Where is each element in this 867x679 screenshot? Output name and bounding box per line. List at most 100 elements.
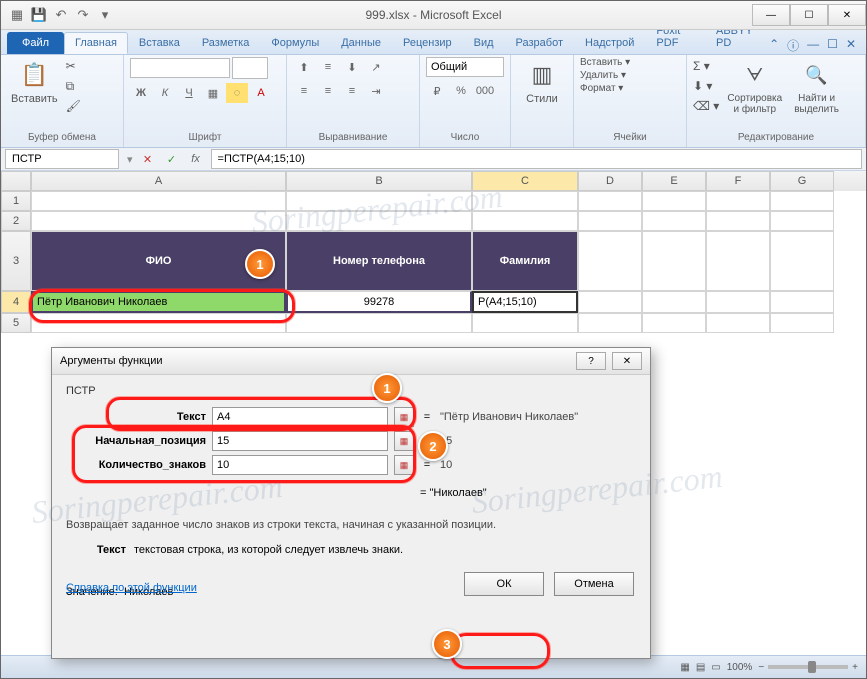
tab-layout[interactable]: Разметка xyxy=(191,32,261,54)
close-button[interactable]: ✕ xyxy=(828,4,866,26)
help-icon[interactable]: ⓘ xyxy=(787,37,799,54)
view-normal-icon[interactable]: ▦ xyxy=(680,662,689,673)
zoom-level[interactable]: 100% xyxy=(727,662,753,673)
bold-icon[interactable]: Ж xyxy=(130,83,152,103)
cell[interactable] xyxy=(578,291,642,313)
undo-icon[interactable]: ↶ xyxy=(53,7,69,23)
cell[interactable] xyxy=(642,191,706,211)
cell[interactable] xyxy=(642,291,706,313)
view-layout-icon[interactable]: ▤ xyxy=(696,662,705,673)
namebox-dropdown-icon[interactable]: ▾ xyxy=(123,153,137,166)
table-header-phone[interactable]: Номер телефона xyxy=(286,231,472,291)
maximize-button[interactable]: ☐ xyxy=(790,4,828,26)
enter-formula-icon[interactable]: ✓ xyxy=(161,149,183,169)
formula-input[interactable]: =ПСТР(A4;15;10) xyxy=(211,149,862,169)
dialog-help-button[interactable]: ? xyxy=(576,352,606,370)
arg-text-ref-icon[interactable]: ▦ xyxy=(394,407,414,427)
view-pagebreak-icon[interactable]: ▭ xyxy=(711,662,720,673)
col-header-C[interactable]: C xyxy=(472,171,578,191)
cells-insert[interactable]: Вставить ▾ xyxy=(580,57,630,68)
cell[interactable] xyxy=(706,313,770,333)
tab-formulas[interactable]: Формулы xyxy=(260,32,330,54)
cell[interactable] xyxy=(578,211,642,231)
format-painter-icon[interactable]: 🖌 xyxy=(66,97,81,115)
cell[interactable] xyxy=(31,313,286,333)
save-icon[interactable]: 💾 xyxy=(31,7,47,23)
ribbon-close-icon[interactable]: ✕ xyxy=(846,37,856,54)
fx-icon[interactable]: fx xyxy=(185,149,207,169)
row-header-2[interactable]: 2 xyxy=(1,211,31,231)
arg-num-input[interactable] xyxy=(212,455,388,475)
col-header-A[interactable]: A xyxy=(31,171,286,191)
cell[interactable] xyxy=(286,191,472,211)
arg-start-input[interactable] xyxy=(212,431,388,451)
tab-file[interactable]: Файл xyxy=(7,32,64,54)
cell[interactable] xyxy=(770,291,834,313)
help-link[interactable]: Справка по этой функции xyxy=(66,582,197,594)
comma-icon[interactable]: 000 xyxy=(474,81,496,101)
cell-A4[interactable]: Пётр Иванович Николаев xyxy=(31,291,286,313)
cut-icon[interactable]: ✂ xyxy=(66,57,81,75)
fill-color-icon[interactable]: ◌ xyxy=(226,83,248,103)
redo-icon[interactable]: ↷ xyxy=(75,7,91,23)
row-header-3[interactable]: 3 xyxy=(1,231,31,291)
cell-A1[interactable] xyxy=(31,191,286,211)
minimize-button[interactable]: — xyxy=(752,4,790,26)
cells-format[interactable]: Формат ▾ xyxy=(580,83,623,94)
cell-C4[interactable]: Р(A4;15;10) xyxy=(472,291,578,313)
cell[interactable] xyxy=(472,191,578,211)
ok-button[interactable]: ОК xyxy=(464,572,544,596)
orientation-icon[interactable]: ↗ xyxy=(365,57,387,77)
cell[interactable] xyxy=(770,231,834,291)
tab-data[interactable]: Данные xyxy=(330,32,392,54)
cells-delete[interactable]: Удалить ▾ xyxy=(580,70,626,81)
cell[interactable] xyxy=(770,313,834,333)
minimize-ribbon-icon[interactable]: ⌃ xyxy=(769,37,779,54)
col-header-B[interactable]: B xyxy=(286,171,472,191)
autosum-icon[interactable]: Σ ▾ xyxy=(693,57,719,75)
ribbon-restore-icon[interactable]: ☐ xyxy=(827,37,838,54)
cancel-formula-icon[interactable]: ✕ xyxy=(137,149,159,169)
cell[interactable] xyxy=(706,191,770,211)
indent-icon[interactable]: ⇥ xyxy=(365,81,387,101)
tab-dev[interactable]: Разработ xyxy=(505,32,574,54)
cell-B4[interactable]: 99278 xyxy=(286,291,472,313)
align-top-icon[interactable]: ⬆ xyxy=(293,57,315,77)
cell[interactable] xyxy=(472,313,578,333)
align-center-icon[interactable]: ≡ xyxy=(317,81,339,101)
font-color-icon[interactable]: A xyxy=(250,83,272,103)
cancel-button[interactable]: Отмена xyxy=(554,572,634,596)
font-size-select[interactable] xyxy=(232,57,268,79)
sort-filter-button[interactable]: ᗄ Сортировка и фильтр xyxy=(723,57,786,117)
underline-icon[interactable]: Ч xyxy=(178,83,200,103)
align-right-icon[interactable]: ≡ xyxy=(341,81,363,101)
row-header-4[interactable]: 4 xyxy=(1,291,31,313)
border-icon[interactable]: ▦ xyxy=(202,83,224,103)
cell[interactable] xyxy=(770,191,834,211)
cell[interactable] xyxy=(706,291,770,313)
arg-num-ref-icon[interactable]: ▦ xyxy=(394,455,414,475)
col-header-G[interactable]: G xyxy=(770,171,834,191)
arg-start-ref-icon[interactable]: ▦ xyxy=(394,431,414,451)
cell[interactable] xyxy=(642,211,706,231)
cell[interactable] xyxy=(286,211,472,231)
dialog-titlebar[interactable]: Аргументы функции ? ✕ xyxy=(52,348,650,375)
cell[interactable] xyxy=(770,211,834,231)
align-left-icon[interactable]: ≡ xyxy=(293,81,315,101)
cell[interactable] xyxy=(578,313,642,333)
cell[interactable] xyxy=(31,211,286,231)
cell[interactable] xyxy=(642,231,706,291)
select-all-corner[interactable] xyxy=(1,171,31,191)
dialog-close-button[interactable]: ✕ xyxy=(612,352,642,370)
cell[interactable] xyxy=(578,191,642,211)
table-header-surname[interactable]: Фамилия xyxy=(472,231,578,291)
ribbon-minimize-icon[interactable]: — xyxy=(807,37,819,54)
styles-button[interactable]: ▥ Стили xyxy=(517,57,567,107)
tab-home[interactable]: Главная xyxy=(64,32,128,54)
font-select[interactable] xyxy=(130,58,230,78)
arg-text-input[interactable] xyxy=(212,407,388,427)
fill-icon[interactable]: ⬇ ▾ xyxy=(693,77,719,95)
zoom-slider[interactable] xyxy=(768,665,848,669)
zoom-out-icon[interactable]: − xyxy=(758,662,764,673)
align-middle-icon[interactable]: ≡ xyxy=(317,57,339,77)
